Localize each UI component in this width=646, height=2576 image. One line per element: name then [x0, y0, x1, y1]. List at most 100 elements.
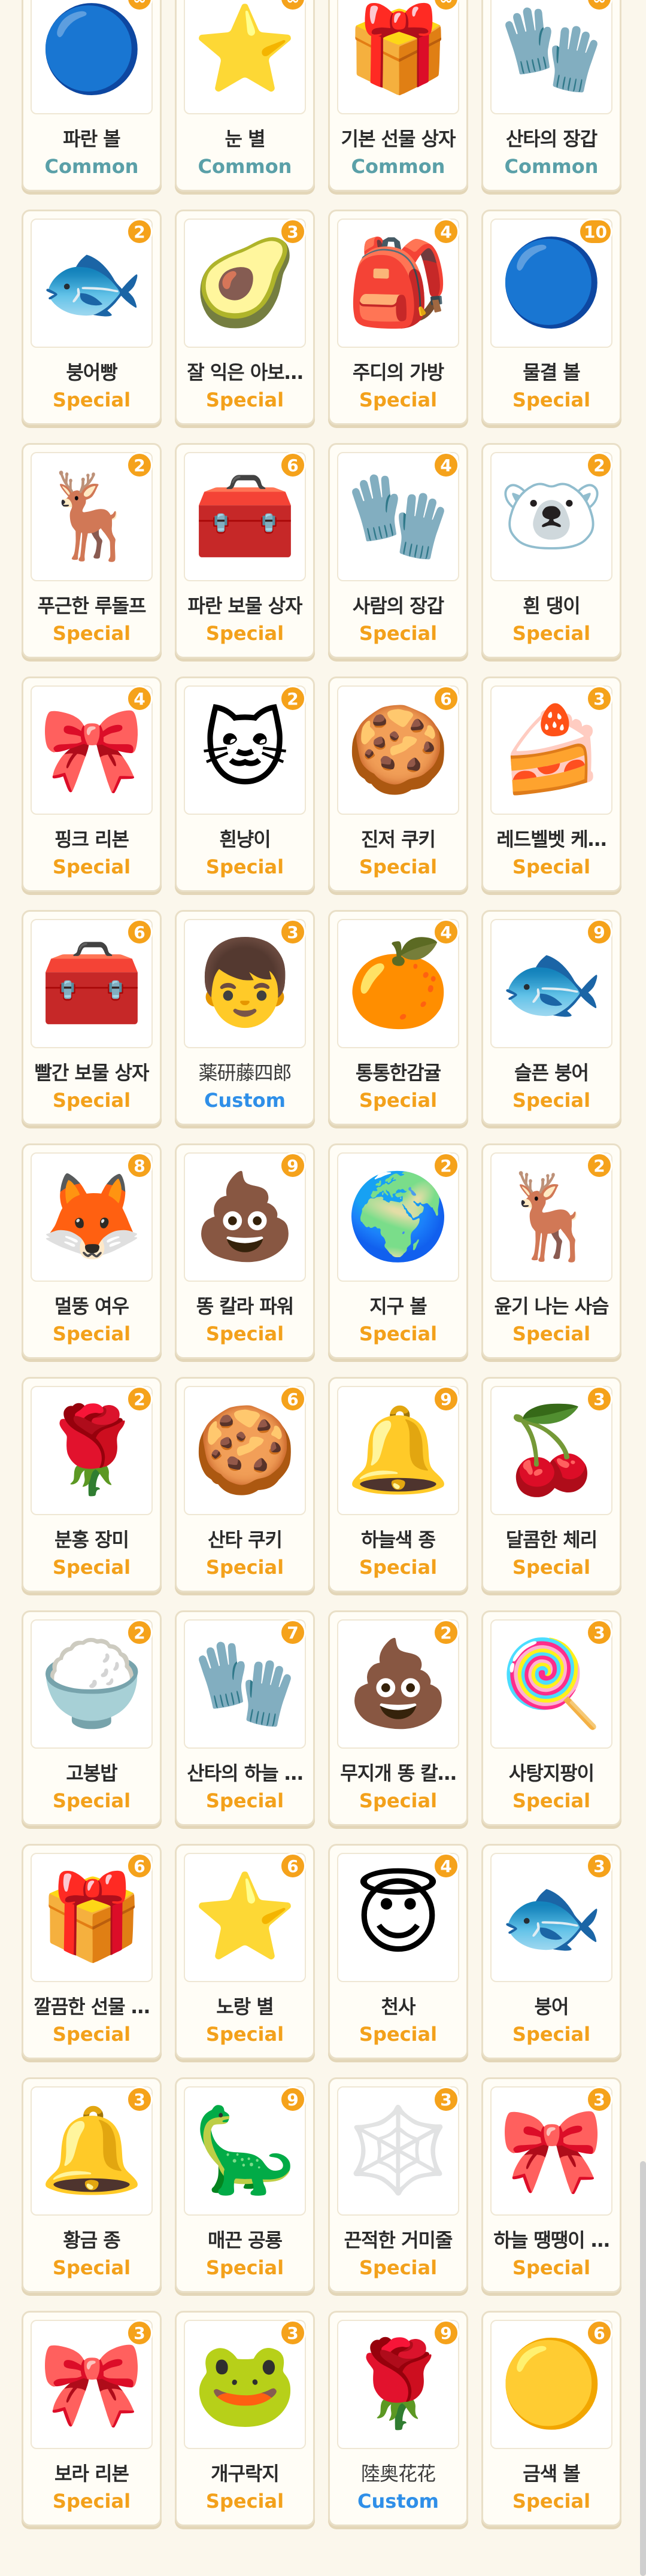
- item-card[interactable]: 🐟 3 붕어 Special: [481, 1844, 621, 2059]
- item-card[interactable]: 🍒 3 달콤한 체리 Special: [481, 1377, 621, 1592]
- count-badge: 7: [280, 1619, 306, 1646]
- item-rarity: Special: [359, 855, 438, 878]
- item-card[interactable]: 🔔 9 하늘색 종 Special: [328, 1377, 468, 1592]
- item-card[interactable]: 🍚 2 고봉밥 Special: [22, 1610, 162, 1826]
- item-card[interactable]: 🌹 9 陸奥花花 Custom: [328, 2311, 468, 2526]
- item-card[interactable]: 🎁∞기본 선물 상자Common: [328, 0, 468, 192]
- item-card[interactable]: 🍰 3 레드벨벳 케… Special: [481, 676, 621, 892]
- item-name: 산타 쿠키: [208, 1528, 283, 1551]
- item-name: 파란 볼: [63, 128, 120, 150]
- count-badge: 9: [586, 919, 612, 945]
- item-card[interactable]: 🧰 6 파란 보물 상자 Special: [175, 443, 315, 659]
- item-card[interactable]: 🔵∞파란 볼Common: [22, 0, 162, 192]
- item-card[interactable]: 🦌 2 푸근한 루돌프 Special: [22, 443, 162, 659]
- item-rarity: Special: [512, 1322, 591, 1345]
- item-card[interactable]: ⭐∞눈 별Common: [175, 0, 315, 192]
- item-card[interactable]: 🦕 9 매끈 공룡 Special: [175, 2077, 315, 2293]
- item-image: 🧤: [490, 0, 612, 114]
- gold-ornament-icon: 🟡: [499, 2335, 604, 2433]
- item-card[interactable]: 🎀 3 보라 리본 Special: [22, 2311, 162, 2526]
- item-card[interactable]: 🌍 2 지구 볼 Special: [328, 1143, 468, 1359]
- item-card[interactable]: 🍊 4 통통한감귤 Special: [328, 910, 468, 1125]
- item-card[interactable]: 🦌 2 윤기 나는 사슴 Special: [481, 1143, 621, 1359]
- item-name: 흰 댕이: [523, 594, 580, 617]
- count-badge: 6: [280, 1853, 306, 1879]
- item-card[interactable]: ⭐ 6 노랑 별 Special: [175, 1844, 315, 2059]
- count-badge: 4: [433, 219, 459, 245]
- item-card[interactable]: 🐸 3 개구락지 Special: [175, 2311, 315, 2526]
- candy-cane-icon: 🍭: [499, 1635, 604, 1732]
- poop-icon: 💩: [192, 1168, 298, 1266]
- item-card[interactable]: 🧤∞산타의 장갑Common: [481, 0, 621, 192]
- blue-mitten-icon: 🧤: [345, 468, 451, 565]
- item-card[interactable]: 🟡 6 금색 볼 Special: [481, 2311, 621, 2526]
- item-rarity: Special: [512, 1556, 591, 1579]
- scrollbar[interactable]: [640, 2161, 646, 2576]
- item-name: 陸奥花花: [360, 2462, 436, 2485]
- item-rarity: Special: [205, 2490, 284, 2513]
- blue-polka-ribbon-icon: 🎀: [499, 2102, 604, 2199]
- item-rarity: Special: [205, 1556, 284, 1579]
- sky-bell-icon: 🔔: [345, 1401, 451, 1499]
- count-badge: 2: [126, 452, 153, 478]
- item-card[interactable]: 🔔 3 황금 종 Special: [22, 2077, 162, 2293]
- sky-mitten-icon: 🧤: [192, 1635, 298, 1732]
- item-rarity: Common: [44, 155, 139, 178]
- count-badge: 6: [586, 2320, 612, 2346]
- item-card[interactable]: 🔵 10 물결 볼 Special: [481, 210, 621, 425]
- item-card[interactable]: 🍪 6 산타 쿠키 Special: [175, 1377, 315, 1592]
- blue-ornament-icon: 🔵: [39, 1, 144, 98]
- item-name: 물결 볼: [523, 361, 580, 384]
- item-card[interactable]: 🐻‍❄️ 2 흰 댕이 Special: [481, 443, 621, 659]
- item-card[interactable]: 💩 9 똥 칼라 파워 Special: [175, 1143, 315, 1359]
- item-name: 푸근한 루돌프: [37, 594, 147, 617]
- item-name: 기본 선물 상자: [341, 128, 456, 150]
- snow-star-icon: ⭐: [192, 1, 298, 98]
- item-card[interactable]: 🕸️ 3 끈적한 거미줄 Special: [328, 2077, 468, 2293]
- item-rarity: Special: [52, 1789, 131, 1812]
- count-badge: 6: [280, 452, 306, 478]
- count-badge: 3: [586, 2086, 612, 2113]
- pink-ribbon-icon: 🎀: [39, 701, 144, 799]
- item-card[interactable]: 🎀 3 하늘 땡땡이 … Special: [481, 2077, 621, 2293]
- item-card[interactable]: 🧤 7 산타의 하늘 … Special: [175, 1610, 315, 1826]
- item-name: 눈 별: [225, 128, 265, 150]
- item-name: 개구락지: [211, 2462, 280, 2485]
- item-name: 노랑 별: [216, 1995, 274, 2018]
- item-rarity: Special: [205, 622, 284, 645]
- fish-bread-icon: 🐟: [39, 234, 144, 332]
- count-badge: 4: [433, 452, 459, 478]
- blue-fish-icon: 🐟: [499, 1868, 604, 1966]
- item-card[interactable]: 🌹 2 분홍 장미 Special: [22, 1377, 162, 1592]
- item-name: 레드벨벳 케…: [496, 828, 606, 851]
- item-rarity: Special: [52, 2023, 131, 2046]
- item-rarity: Special: [359, 2256, 438, 2279]
- item-card[interactable]: 😇 4 천사 Special: [328, 1844, 468, 2059]
- item-rarity: Special: [52, 855, 131, 878]
- item-rarity: Special: [512, 855, 591, 878]
- count-badge: 3: [586, 1386, 612, 1412]
- item-rarity: Special: [52, 389, 131, 411]
- custom-avatar-icon: 👦: [192, 934, 298, 1032]
- item-card[interactable]: 🎒 4 주디의 가방 Special: [328, 210, 468, 425]
- item-card[interactable]: 🧤 4 사람의 장갑 Special: [328, 443, 468, 659]
- item-card[interactable]: 🦊 8 멀뚱 여우 Special: [22, 1143, 162, 1359]
- tangerine-icon: 🍊: [345, 934, 451, 1032]
- item-card[interactable]: 💩 2 무지개 똥 칼… Special: [328, 1610, 468, 1826]
- item-card[interactable]: 🐱 2 흰냥이 Special: [175, 676, 315, 892]
- item-card[interactable]: 🍪 6 진저 쿠키 Special: [328, 676, 468, 892]
- item-rarity: Special: [52, 1089, 131, 1112]
- gift-box-icon: 🎁: [345, 1, 451, 98]
- item-card[interactable]: 🧰 6 빨간 보물 상자 Special: [22, 910, 162, 1125]
- item-card[interactable]: 🍭 3 사탕지팡이 Special: [481, 1610, 621, 1826]
- item-rarity: Special: [359, 1322, 438, 1345]
- item-card[interactable]: 🥑 3 잘 익은 아보… Special: [175, 210, 315, 425]
- item-card[interactable]: 🎀 4 핑크 리본 Special: [22, 676, 162, 892]
- item-card[interactable]: 🐟 2 붕어빵 Special: [22, 210, 162, 425]
- item-card[interactable]: 👦 3 薬研藤四郎 Custom: [175, 910, 315, 1125]
- item-card[interactable]: 🎁 6 깔끔한 선물 … Special: [22, 1844, 162, 2059]
- red-backpack-icon: 🎒: [345, 234, 451, 332]
- item-name: 사탕지팡이: [508, 1762, 595, 1785]
- item-card[interactable]: 🐟 9 슬픈 붕어 Special: [481, 910, 621, 1125]
- count-badge: 3: [126, 2086, 153, 2113]
